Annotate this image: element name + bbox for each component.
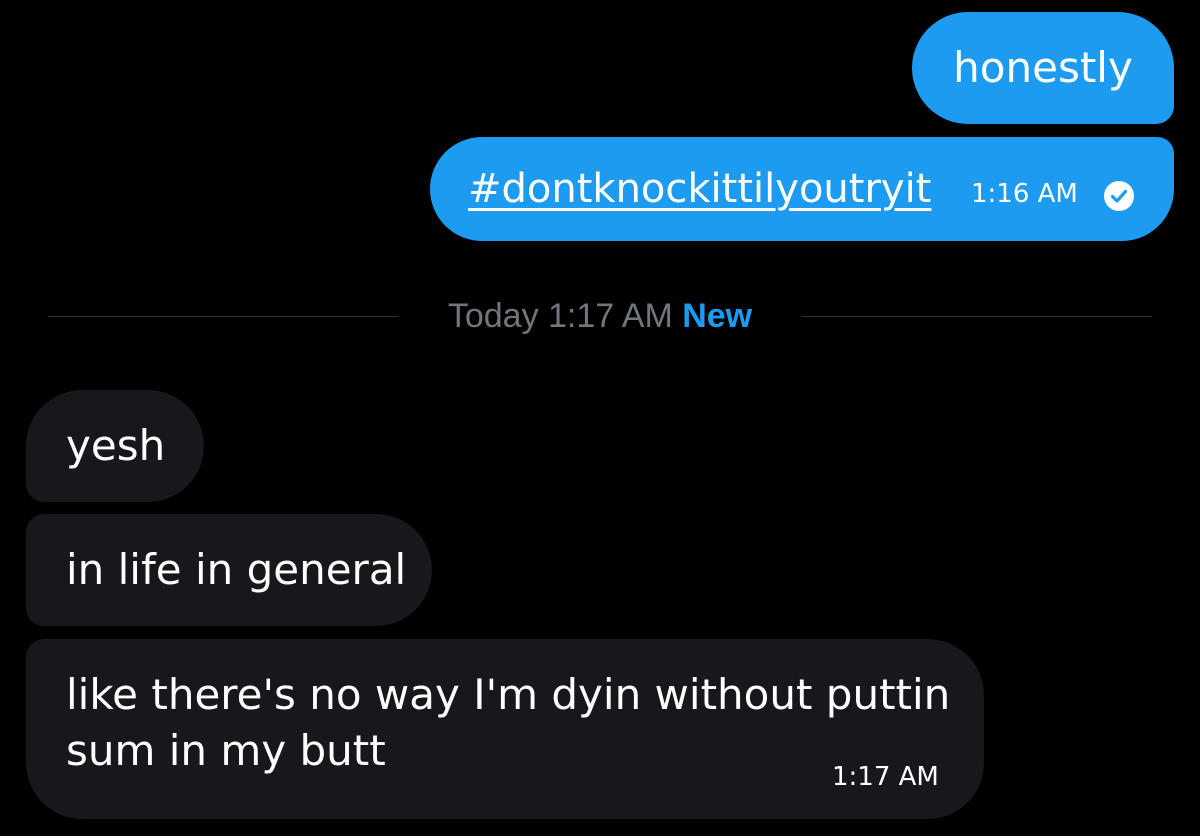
hashtag-link[interactable]: #dontknockittilyoutryit (468, 161, 931, 217)
sent-message-bubble[interactable]: #dontknockittilyoutryit 1:16 AM (430, 137, 1174, 241)
received-message-bubble[interactable]: yesh (26, 390, 204, 502)
date-divider: Today 1:17 AM New (398, 294, 802, 338)
sent-message-bubble[interactable]: honestly (912, 12, 1174, 124)
message-text: honestly (953, 43, 1133, 92)
new-messages-label: New (682, 297, 753, 335)
divider-line-right (802, 316, 1152, 317)
divider-line-left (48, 316, 398, 317)
message-text: yesh (66, 421, 166, 470)
divider-date-label: Today 1:17 AM (447, 297, 673, 335)
received-message-bubble[interactable]: in life in general (26, 514, 432, 626)
message-timestamp: 1:16 AM (971, 179, 1078, 209)
received-message-bubble[interactable]: like there's no way I'm dyin without put… (26, 639, 984, 819)
message-timestamp: 1:17 AM (832, 762, 939, 792)
message-text-line: like there's no way I'm dyin without put… (66, 670, 951, 719)
message-text: in life in general (66, 545, 407, 594)
check-circle-icon (1104, 181, 1134, 211)
